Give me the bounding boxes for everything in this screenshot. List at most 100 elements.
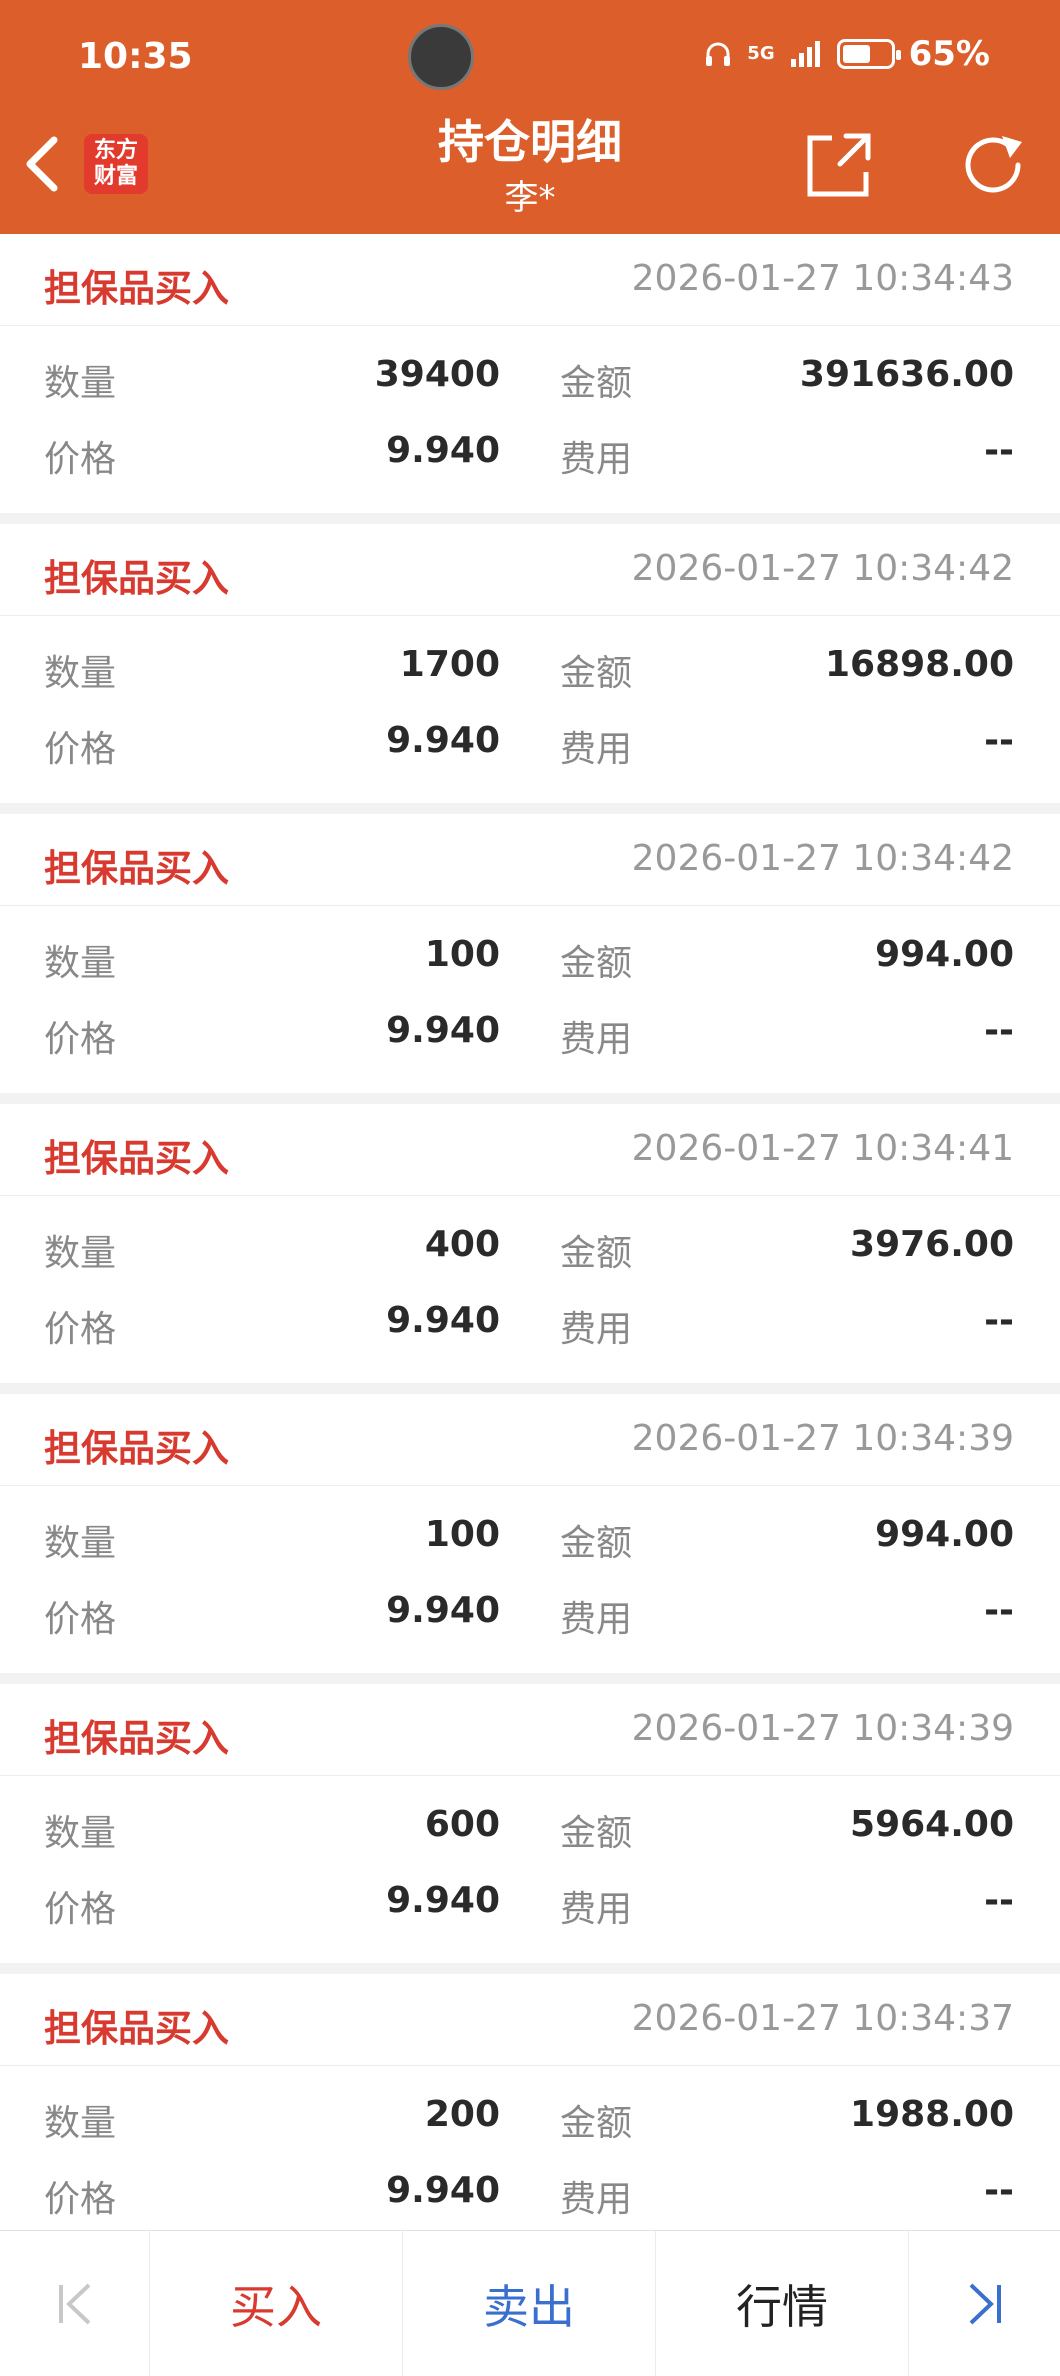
trade-row-price-fee: 价格 9.940 费用 -- — [0, 1010, 1060, 1070]
refresh-icon — [965, 136, 1022, 193]
fee-value: -- — [984, 720, 1014, 761]
price-label: 价格 — [44, 1599, 117, 1640]
price-label: 价格 — [44, 439, 117, 480]
share-button[interactable] — [802, 128, 876, 202]
fee-value: -- — [984, 1880, 1014, 1921]
fee-label: 费用 — [560, 1599, 633, 1640]
page-title: 持仓明细 — [438, 115, 622, 169]
trade-type: 担保品买入 — [44, 1717, 229, 1760]
quantity-value: 100 — [424, 1514, 500, 1555]
price-value: 9.940 — [386, 1300, 500, 1341]
amount-value: 994.00 — [875, 1514, 1014, 1555]
amount-label: 金额 — [560, 1813, 633, 1854]
trade-row-quantity-amount: 数量 400 金额 3976.00 — [0, 1224, 1060, 1284]
sell-button[interactable]: 卖出 — [403, 2231, 656, 2376]
trade-card-header: 担保品买入 2026-01-27 10:34:39 — [0, 1394, 1060, 1486]
trade-card[interactable]: 担保品买入 2026-01-27 10:34:39 数量 600 金额 5964… — [0, 1684, 1060, 1963]
quantity-value: 600 — [424, 1804, 500, 1845]
price-value: 9.940 — [386, 720, 500, 761]
first-page-button[interactable] — [0, 2231, 150, 2376]
price-value: 9.940 — [386, 430, 500, 471]
quantity-label: 数量 — [44, 2103, 117, 2144]
trade-card[interactable]: 担保品买入 2026-01-27 10:34:43 数量 39400 金额 39… — [0, 234, 1060, 513]
account-name: 李* — [504, 178, 556, 218]
battery-icon — [836, 39, 901, 69]
trade-time: 2026-01-27 10:34:37 — [631, 1998, 1014, 2039]
quantity-value: 400 — [424, 1224, 500, 1265]
trade-time: 2026-01-27 10:34:41 — [631, 1128, 1014, 1169]
headphones-icon — [706, 42, 731, 66]
trade-row-price-fee: 价格 9.940 费用 -- — [0, 2170, 1060, 2230]
last-page-button[interactable] — [909, 2231, 1060, 2376]
fee-value: -- — [984, 430, 1014, 471]
trade-row-price-fee: 价格 9.940 费用 -- — [0, 430, 1060, 490]
fee-value: -- — [984, 1010, 1014, 1051]
quantity-value: 100 — [424, 934, 500, 975]
quantity-value: 1700 — [399, 644, 500, 685]
price-value: 9.940 — [386, 1010, 500, 1051]
battery-fill — [842, 45, 871, 63]
quantity-value: 39400 — [374, 354, 500, 395]
battery-percent: 65% — [908, 34, 990, 74]
quantity-label: 数量 — [44, 943, 117, 984]
trade-type: 担保品买入 — [44, 1137, 229, 1180]
refresh-button[interactable] — [956, 128, 1030, 202]
quantity-label: 数量 — [44, 363, 117, 404]
trade-type: 担保品买入 — [44, 2007, 229, 2050]
price-label: 价格 — [44, 1889, 117, 1930]
trade-row-price-fee: 价格 9.940 费用 -- — [0, 1880, 1060, 1940]
trade-row-quantity-amount: 数量 100 金额 994.00 — [0, 934, 1060, 994]
trade-card-header: 担保品买入 2026-01-27 10:34:42 — [0, 524, 1060, 616]
trade-card[interactable]: 担保品买入 2026-01-27 10:34:37 数量 200 金额 1988… — [0, 1974, 1060, 2230]
quote-button[interactable]: 行情 — [656, 2231, 909, 2376]
trade-card-header: 担保品买入 2026-01-27 10:34:42 — [0, 814, 1060, 906]
trade-time: 2026-01-27 10:34:42 — [631, 548, 1014, 589]
price-value: 9.940 — [386, 1590, 500, 1631]
fee-label: 费用 — [560, 729, 633, 770]
amount-value: 1988.00 — [850, 2094, 1014, 2135]
amount-value: 391636.00 — [799, 354, 1014, 395]
trade-row-quantity-amount: 数量 100 金额 994.00 — [0, 1514, 1060, 1574]
trade-row-price-fee: 价格 9.940 费用 -- — [0, 1590, 1060, 1650]
amount-label: 金额 — [560, 653, 633, 694]
amount-label: 金额 — [560, 1523, 633, 1564]
skip-first-icon — [58, 2283, 90, 2325]
quantity-value: 200 — [424, 2094, 500, 2135]
buy-button[interactable]: 买入 — [150, 2231, 403, 2376]
trade-row-price-fee: 价格 9.940 费用 -- — [0, 1300, 1060, 1360]
fee-label: 费用 — [560, 2179, 633, 2220]
trade-card[interactable]: 担保品买入 2026-01-27 10:34:42 数量 1700 金额 168… — [0, 524, 1060, 803]
trade-time: 2026-01-27 10:34:39 — [631, 1708, 1014, 1749]
price-label: 价格 — [44, 1019, 117, 1060]
trade-row-quantity-amount: 数量 39400 金额 391636.00 — [0, 354, 1060, 414]
notification-avatar-icon — [408, 24, 474, 90]
trade-type: 担保品买入 — [44, 847, 229, 890]
amount-value: 3976.00 — [850, 1224, 1014, 1265]
bottom-action-bar: 买入 卖出 行情 — [0, 2230, 1060, 2376]
trade-card-header: 担保品买入 2026-01-27 10:34:39 — [0, 1684, 1060, 1776]
trade-card[interactable]: 担保品买入 2026-01-27 10:34:41 数量 400 金额 3976… — [0, 1104, 1060, 1383]
amount-label: 金额 — [560, 943, 633, 984]
trade-card[interactable]: 担保品买入 2026-01-27 10:34:42 数量 100 金额 994.… — [0, 814, 1060, 1093]
network-label: 5G — [747, 43, 775, 64]
amount-value: 5964.00 — [850, 1804, 1014, 1845]
fee-label: 费用 — [560, 1019, 633, 1060]
share-icon — [807, 133, 871, 197]
app-header: 10:35 5G 65% 东方 财富 持仓明细 李* — [0, 0, 1060, 234]
price-label: 价格 — [44, 729, 117, 770]
trade-time: 2026-01-27 10:34:42 — [631, 838, 1014, 879]
trade-time: 2026-01-27 10:34:39 — [631, 1418, 1014, 1459]
trade-card-header: 担保品买入 2026-01-27 10:34:41 — [0, 1104, 1060, 1196]
amount-value: 16898.00 — [824, 644, 1014, 685]
skip-last-icon — [969, 2283, 1001, 2325]
trade-card-header: 担保品买入 2026-01-27 10:34:43 — [0, 234, 1060, 326]
quantity-label: 数量 — [44, 1813, 117, 1854]
fee-label: 费用 — [560, 1889, 633, 1930]
fee-label: 费用 — [560, 1309, 633, 1350]
trade-card[interactable]: 担保品买入 2026-01-27 10:34:39 数量 100 金额 994.… — [0, 1394, 1060, 1673]
status-icons: 5G 65% — [703, 34, 990, 74]
amount-label: 金额 — [560, 2103, 633, 2144]
trade-type: 担保品买入 — [44, 557, 229, 600]
price-label: 价格 — [44, 1309, 117, 1350]
trade-row-price-fee: 价格 9.940 费用 -- — [0, 720, 1060, 780]
